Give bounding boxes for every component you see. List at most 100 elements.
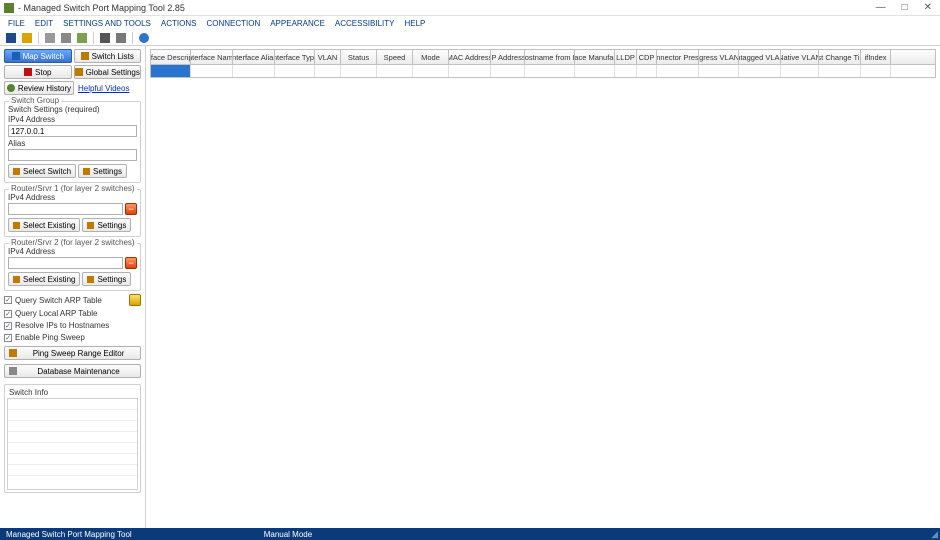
resize-grip-icon[interactable]: ◢ xyxy=(931,529,938,540)
router2-ipv4-input[interactable] xyxy=(8,257,123,269)
column-header[interactable]: LLDP xyxy=(615,50,637,64)
column-header[interactable]: onnector Prese xyxy=(657,50,699,64)
router1-select-existing-button[interactable]: Select Existing xyxy=(8,218,80,232)
grid-cell[interactable] xyxy=(413,65,449,77)
router1-remove-button[interactable]: − xyxy=(125,203,137,215)
grid-cell[interactable] xyxy=(657,65,699,77)
grid-cell[interactable] xyxy=(575,65,615,77)
maximize-button[interactable]: □ xyxy=(898,2,912,13)
status-mode: Manual Mode xyxy=(258,530,318,539)
switch-ipv4-input[interactable] xyxy=(8,125,137,137)
open-icon[interactable] xyxy=(22,33,32,43)
check-label: Enable Ping Sweep xyxy=(15,333,85,342)
menu-connection[interactable]: CONNECTION xyxy=(206,19,260,28)
column-header[interactable]: ifIndex xyxy=(861,50,891,64)
column-header[interactable]: Interface Name xyxy=(191,50,233,64)
switch-lists-button[interactable]: Switch Lists xyxy=(74,49,142,63)
column-header[interactable]: Interface Type xyxy=(275,50,315,64)
grid-cell[interactable] xyxy=(449,65,491,77)
ping-sweep-editor-button[interactable]: Ping Sweep Range Editor xyxy=(4,346,141,360)
grid-cell[interactable] xyxy=(233,65,275,77)
column-header[interactable]: ast Change Tim xyxy=(819,50,861,64)
router1-ipv4-input[interactable] xyxy=(8,203,123,215)
check-query-local-arp[interactable]: ✓ Query Local ARP Table xyxy=(4,309,141,318)
grid-body xyxy=(151,65,935,77)
check-enable-ping-sweep[interactable]: ✓ Enable Ping Sweep xyxy=(4,333,141,342)
column-header[interactable]: rface Manufact xyxy=(575,50,615,64)
window-title: - Managed Switch Port Mapping Tool 2.85 xyxy=(18,3,872,13)
print-preview-icon[interactable] xyxy=(116,33,126,43)
column-header[interactable]: Mode xyxy=(413,50,449,64)
results-grid[interactable]: rface DescripInterface NameInterface Ali… xyxy=(150,49,936,78)
review-history-button[interactable]: Review History xyxy=(4,81,74,95)
minimize-button[interactable]: — xyxy=(872,2,890,13)
stop-button[interactable]: Stop xyxy=(4,65,72,79)
grid-cell[interactable] xyxy=(819,65,861,77)
review-history-label: Review History xyxy=(18,84,71,93)
column-header[interactable]: Interface Alias xyxy=(233,50,275,64)
column-header[interactable]: CDP xyxy=(637,50,657,64)
check-query-switch-arp[interactable]: ✓ Query Switch ARP Table xyxy=(4,294,141,306)
switch-alias-input[interactable] xyxy=(8,149,137,161)
grid-cell[interactable] xyxy=(191,65,233,77)
router2-select-existing-button[interactable]: Select Existing xyxy=(8,272,80,286)
column-header[interactable]: MAC Address xyxy=(449,50,491,64)
stop-icon xyxy=(24,68,32,76)
column-header[interactable]: VLAN xyxy=(315,50,341,64)
copy-icon[interactable] xyxy=(61,33,71,43)
column-header[interactable]: Speed xyxy=(377,50,413,64)
router2-remove-button[interactable]: − xyxy=(125,257,137,269)
grid-cell[interactable] xyxy=(861,65,891,77)
router2-settings-button[interactable]: Settings xyxy=(82,272,131,286)
status-bar: Managed Switch Port Mapping Tool Manual … xyxy=(0,528,940,540)
global-settings-button[interactable]: Global Settings xyxy=(74,65,142,79)
left-panel: Map Switch Switch Lists Stop Global Sett… xyxy=(0,46,146,528)
check-resolve-ips[interactable]: ✓ Resolve IPs to Hostnames xyxy=(4,321,141,330)
helpful-videos-link[interactable]: Helpful Videos xyxy=(76,84,129,93)
grid-cell[interactable] xyxy=(781,65,819,77)
column-header[interactable]: Hostname from IP xyxy=(525,50,575,64)
select-switch-button[interactable]: Select Switch xyxy=(8,164,76,178)
cut-icon[interactable] xyxy=(45,33,55,43)
grid-cell[interactable] xyxy=(315,65,341,77)
map-switch-button[interactable]: Map Switch xyxy=(4,49,72,63)
grid-cell[interactable] xyxy=(275,65,315,77)
paste-icon[interactable] xyxy=(77,33,87,43)
checkbox-icon: ✓ xyxy=(4,334,12,342)
window-controls: — □ ✕ xyxy=(872,2,936,13)
column-header[interactable]: Intagged VLAN xyxy=(739,50,781,64)
switch-info-list[interactable] xyxy=(7,398,138,490)
column-header[interactable]: rface Descrip xyxy=(151,50,191,64)
grid-cell[interactable] xyxy=(739,65,781,77)
close-button[interactable]: ✕ xyxy=(920,2,936,13)
help-icon[interactable] xyxy=(139,33,149,43)
grid-cell[interactable] xyxy=(699,65,739,77)
grid-cell[interactable] xyxy=(341,65,377,77)
db-maintenance-button[interactable]: Database Maintenance xyxy=(4,364,141,378)
grid-cell[interactable] xyxy=(377,65,413,77)
column-header[interactable]: IP Address xyxy=(491,50,525,64)
save-icon[interactable] xyxy=(6,33,16,43)
router1-settings-button[interactable]: Settings xyxy=(82,218,131,232)
router2-group: Router/Srvr 2 (for layer 2 switches) IPv… xyxy=(4,243,141,291)
grid-cell[interactable] xyxy=(525,65,575,77)
menu-settings-tools[interactable]: SETTINGS AND TOOLS xyxy=(63,19,151,28)
lock-icon[interactable] xyxy=(129,294,141,306)
menu-appearance[interactable]: APPEARANCE xyxy=(270,19,325,28)
switch-settings-button[interactable]: Settings xyxy=(78,164,127,178)
grid-cell[interactable] xyxy=(491,65,525,77)
grid-cell[interactable] xyxy=(615,65,637,77)
print-icon[interactable] xyxy=(100,33,110,43)
column-header[interactable]: Status xyxy=(341,50,377,64)
menu-help[interactable]: HELP xyxy=(404,19,425,28)
menu-file[interactable]: FILE xyxy=(8,19,25,28)
toolbar-sep xyxy=(93,32,94,44)
grid-cell[interactable] xyxy=(151,65,191,77)
grid-cell[interactable] xyxy=(637,65,657,77)
menu-edit[interactable]: EDIT xyxy=(35,19,53,28)
checkbox-icon: ✓ xyxy=(4,322,12,330)
column-header[interactable]: Egress VLANs xyxy=(699,50,739,64)
menu-actions[interactable]: ACTIONS xyxy=(161,19,197,28)
menu-accessibility[interactable]: ACCESSIBILITY xyxy=(335,19,395,28)
column-header[interactable]: Native VLAN xyxy=(781,50,819,64)
